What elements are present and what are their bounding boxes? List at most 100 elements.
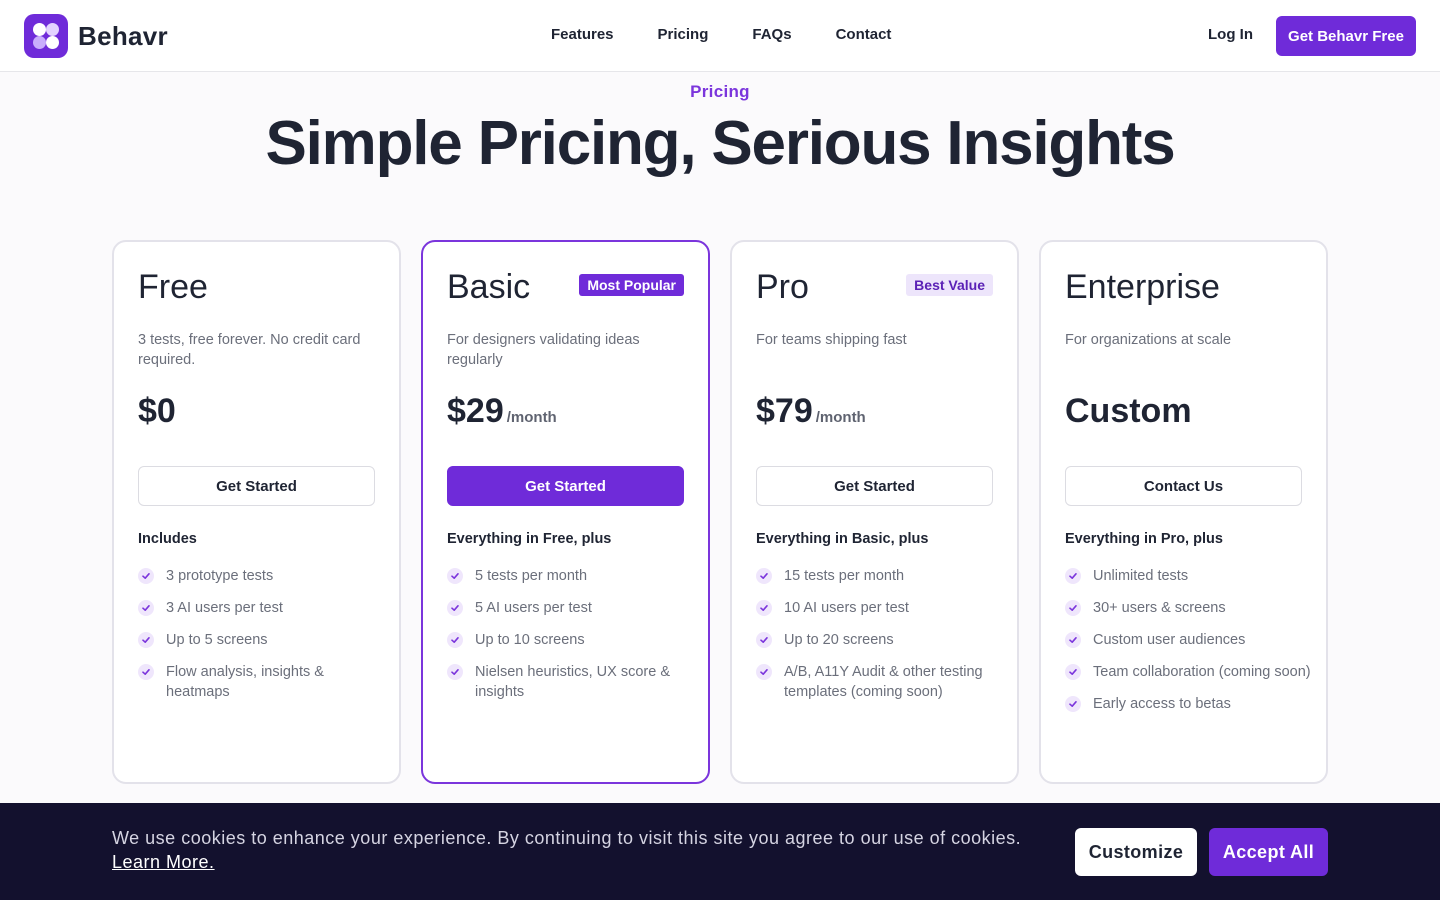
- check-icon: [138, 632, 154, 648]
- customize-button[interactable]: Customize: [1075, 828, 1197, 876]
- get-started-button[interactable]: Get Started: [756, 466, 993, 506]
- feature-list: 3 prototype tests 3 AI users per test Up…: [138, 566, 388, 714]
- feature-text: 15 tests per month: [784, 568, 905, 584]
- feature-item: 15 tests per month: [756, 566, 1006, 586]
- main-nav: Features Pricing FAQs Contact: [551, 26, 935, 43]
- nav-item-features[interactable]: Features: [551, 26, 614, 43]
- features-heading: Everything in Free, plus: [447, 531, 612, 547]
- check-icon: [1065, 664, 1081, 680]
- feature-item: 3 AI users per test: [138, 598, 388, 618]
- get-started-button[interactable]: Get Started: [447, 466, 684, 506]
- check-icon: [447, 600, 463, 616]
- plan-description: For organizations at scale: [1065, 332, 1232, 348]
- plan-price: $0: [138, 392, 176, 431]
- logo-link[interactable]: Behavr: [24, 14, 168, 58]
- feature-text: 3 AI users per test: [166, 600, 283, 616]
- feature-text: Up to 5 screens: [166, 632, 268, 648]
- price-period: /month: [506, 409, 557, 426]
- check-icon: [1065, 696, 1081, 712]
- check-icon: [138, 600, 154, 616]
- most-popular-badge: Most Popular: [579, 274, 684, 296]
- check-icon: [447, 632, 463, 648]
- price-amount: Custom: [1065, 392, 1192, 430]
- feature-item: Flow analysis, insights & heatmaps: [138, 662, 388, 702]
- check-icon: [756, 600, 772, 616]
- page-title: Simple Pricing, Serious Insights: [265, 109, 1175, 178]
- check-icon: [756, 632, 772, 648]
- plan-card-basic: Basic Most Popular For designers validat…: [421, 240, 710, 784]
- feature-text: Up to 10 screens: [475, 632, 585, 648]
- plan-price: $79 /month: [756, 392, 866, 431]
- feature-list: 15 tests per month 10 AI users per test …: [756, 566, 1006, 714]
- feature-list: Unlimited tests 30+ users & screens Cust…: [1065, 566, 1315, 726]
- feature-item: 5 tests per month: [447, 566, 697, 586]
- plan-description: For teams shipping fast: [756, 332, 907, 348]
- feature-text: A/B, A11Y Audit & other testing template…: [784, 664, 983, 700]
- feature-item: Early access to betas: [1065, 694, 1315, 714]
- features-heading: Everything in Basic, plus: [756, 531, 929, 547]
- check-icon: [1065, 632, 1081, 648]
- nav-item-pricing[interactable]: Pricing: [658, 26, 709, 43]
- login-link[interactable]: Log In: [1208, 26, 1253, 43]
- feature-text: 5 AI users per test: [475, 600, 592, 616]
- feature-text: Up to 20 screens: [784, 632, 894, 648]
- price-period: /month: [815, 409, 866, 426]
- feature-item: Up to 5 screens: [138, 630, 388, 650]
- four-dots-logo-icon: [24, 14, 68, 58]
- plan-name: Enterprise: [1065, 268, 1220, 306]
- site-header: Behavr Features Pricing FAQs Contact Log…: [0, 0, 1440, 72]
- check-icon: [1065, 568, 1081, 584]
- features-heading: Includes: [138, 531, 197, 547]
- feature-text: Nielsen heuristics, UX score & insights: [475, 664, 671, 700]
- feature-item: 30+ users & screens: [1065, 598, 1315, 618]
- brand-name: Behavr: [78, 20, 168, 51]
- plan-card-pro: Pro Best Value For teams shipping fast $…: [730, 240, 1019, 784]
- feature-item: Up to 10 screens: [447, 630, 697, 650]
- plan-name: Pro: [756, 268, 809, 306]
- feature-item: 5 AI users per test: [447, 598, 697, 618]
- nav-item-contact[interactable]: Contact: [836, 26, 892, 43]
- nav-item-faqs[interactable]: FAQs: [752, 26, 791, 43]
- section-eyebrow: Pricing: [690, 82, 750, 101]
- feature-item: Up to 20 screens: [756, 630, 1006, 650]
- check-icon: [756, 664, 772, 680]
- plan-description: 3 tests, free forever. No credit card re…: [138, 332, 361, 368]
- price-amount: $0: [138, 392, 176, 430]
- check-icon: [138, 568, 154, 584]
- contact-us-button[interactable]: Contact Us: [1065, 466, 1302, 506]
- check-icon: [756, 568, 772, 584]
- feature-text: 30+ users & screens: [1093, 600, 1226, 616]
- price-amount: $29: [447, 392, 504, 430]
- check-icon: [1065, 600, 1081, 616]
- check-icon: [447, 568, 463, 584]
- check-icon: [447, 664, 463, 680]
- plan-price: Custom: [1065, 392, 1192, 431]
- feature-list: 5 tests per month 5 AI users per test Up…: [447, 566, 697, 714]
- feature-item: 3 prototype tests: [138, 566, 388, 586]
- feature-text: Early access to betas: [1093, 696, 1231, 712]
- best-value-badge: Best Value: [906, 274, 993, 296]
- price-amount: $79: [756, 392, 813, 430]
- check-icon: [138, 664, 154, 680]
- feature-text: 10 AI users per test: [784, 600, 909, 616]
- feature-item: Unlimited tests: [1065, 566, 1315, 586]
- plan-description: For designers validating ideas regularly: [447, 332, 640, 368]
- feature-item: 10 AI users per test: [756, 598, 1006, 618]
- get-started-button[interactable]: Get Started: [138, 466, 375, 506]
- cookie-message: We use cookies to enhance your experienc…: [112, 826, 1052, 874]
- get-behavr-free-button[interactable]: Get Behavr Free: [1276, 16, 1416, 56]
- feature-text: Team collaboration (coming soon): [1093, 664, 1311, 680]
- feature-item: Nielsen heuristics, UX score & insights: [447, 662, 697, 702]
- feature-text: 3 prototype tests: [166, 568, 274, 584]
- accept-all-button[interactable]: Accept All: [1209, 828, 1328, 876]
- plan-card-enterprise: Enterprise For organizations at scale Cu…: [1039, 240, 1328, 784]
- feature-item: Custom user audiences: [1065, 630, 1315, 650]
- feature-text: 5 tests per month: [475, 568, 588, 584]
- plan-name: Free: [138, 268, 208, 306]
- feature-text: Custom user audiences: [1093, 632, 1246, 648]
- learn-more-link[interactable]: Learn More.: [112, 852, 215, 872]
- plan-card-free: Free 3 tests, free forever. No credit ca…: [112, 240, 401, 784]
- feature-item: Team collaboration (coming soon): [1065, 662, 1315, 682]
- plan-price: $29 /month: [447, 392, 557, 431]
- feature-text: Flow analysis, insights & heatmaps: [166, 664, 324, 700]
